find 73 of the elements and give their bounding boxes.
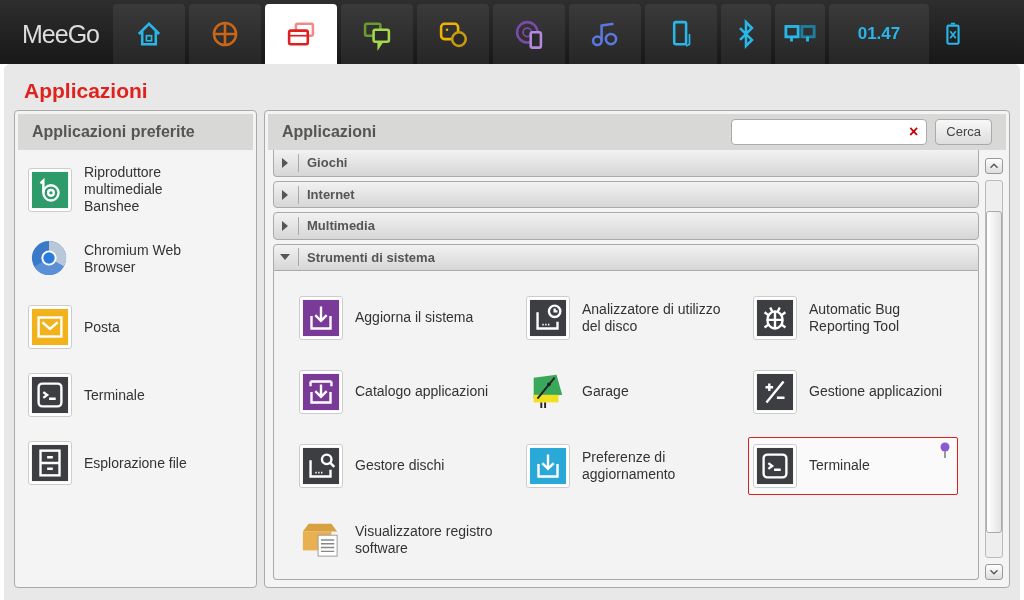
favorite-item[interactable]: Chromium Web Browser	[28, 235, 243, 283]
favorite-item[interactable]: Terminale	[28, 371, 243, 419]
chromium-icon	[30, 239, 68, 277]
terminal-icon	[756, 447, 794, 485]
scrollbar-thumb[interactable]	[986, 210, 1002, 533]
download-box-icon	[529, 447, 567, 485]
banshee-icon	[31, 170, 69, 209]
disk-magnifier-icon	[302, 447, 340, 485]
panel-title: Applicazioni preferite	[18, 114, 253, 150]
scroll-down-button[interactable]	[985, 564, 1003, 580]
disk-chart-icon	[529, 299, 567, 337]
toolbar-tab[interactable]	[493, 4, 565, 64]
application-item[interactable]: Catalogo applicazioni	[294, 363, 521, 421]
favorite-label: Chromium Web Browser	[84, 242, 182, 276]
favorite-label: Terminale	[84, 386, 145, 404]
application-item[interactable]: Automatic Bug Reporting Tool	[748, 289, 958, 347]
toolbar-tab[interactable]	[721, 4, 771, 64]
category-header[interactable]: Internet	[273, 181, 979, 209]
toolbar-tab[interactable]	[417, 4, 489, 64]
application-label: Aggiorna il sistema	[355, 309, 474, 327]
category-header[interactable]: Strumenti di sistema	[273, 243, 979, 271]
application-label: Automatic Bug Reporting Tool	[809, 301, 902, 335]
search-field[interactable]: ×	[731, 118, 928, 145]
clear-button[interactable]: ×	[900, 119, 927, 144]
toolbar-tab[interactable]	[113, 4, 185, 64]
toolbar-tab[interactable]	[341, 4, 413, 64]
favorite-label: Esplorazione file	[84, 454, 187, 472]
plus-minus-icon	[756, 373, 794, 411]
application-item[interactable]: Aggiorna il sistema	[294, 289, 521, 347]
application-label: Gestione applicazioni	[809, 383, 943, 401]
application-item[interactable]: Gestore dischi	[294, 437, 521, 495]
toolbar-tab[interactable]	[265, 4, 337, 64]
scroll-up-button[interactable]	[985, 157, 1003, 174]
pin-icon[interactable]	[939, 442, 951, 458]
page-title: Applicazioni	[24, 78, 149, 104]
favorite-item[interactable]: Esplorazione file	[28, 439, 243, 487]
application-label: Garage	[582, 383, 629, 401]
favorite-item[interactable]: Posta	[28, 303, 243, 351]
toolbar-tab[interactable]	[189, 4, 261, 64]
download-box-icon	[302, 373, 340, 411]
collapsed-triangle-icon	[280, 157, 290, 168]
collapsed-triangle-icon	[280, 189, 290, 200]
favorite-label: Riproduttore multimediale Banshee	[84, 164, 164, 215]
application-label: Terminale	[809, 457, 870, 475]
toolbar-tab[interactable]	[775, 4, 825, 64]
favorite-label: Posta	[84, 318, 120, 336]
logo-text: MeeGo	[22, 19, 99, 49]
envelope-icon	[31, 308, 69, 346]
category-header[interactable]: Multimedia	[273, 212, 979, 240]
application-item[interactable]: Preferenze di aggiornamento	[521, 437, 748, 495]
panel-title: Applicazioni	[282, 121, 378, 142]
favorite-item[interactable]: Riproduttore multimediale Banshee	[28, 164, 243, 215]
cabinet-icon	[31, 444, 69, 482]
application-label: Preferenze di aggiornamento	[582, 449, 677, 483]
application-label: Visualizzatore registro software	[355, 523, 494, 557]
monitors-icon	[784, 24, 816, 44]
collapsed-triangle-icon	[280, 221, 290, 231]
clock-text: 01.47	[829, 4, 929, 64]
bug-icon	[756, 299, 794, 337]
download-box-icon	[302, 299, 340, 337]
terminal-icon	[31, 376, 69, 414]
application-label: Gestore dischi	[355, 457, 445, 475]
application-item[interactable]: Garage	[521, 363, 748, 421]
application-label: Catalogo applicazioni	[355, 383, 489, 401]
application-item[interactable]: Gestione applicazioni	[748, 363, 958, 421]
application-item[interactable]: Visualizzatore registro software	[294, 511, 521, 569]
application-item[interactable]: Terminale	[748, 437, 958, 495]
toolbar-tab[interactable]	[645, 4, 717, 64]
toolbar-tab[interactable]	[569, 4, 641, 64]
category-header[interactable]: Giochi	[273, 149, 979, 178]
search-button[interactable]: Cerca	[935, 118, 992, 145]
application-item[interactable]: Analizzatore di utilizzo del disco	[521, 289, 748, 347]
application-label: Analizzatore di utilizzo del disco	[582, 301, 722, 335]
